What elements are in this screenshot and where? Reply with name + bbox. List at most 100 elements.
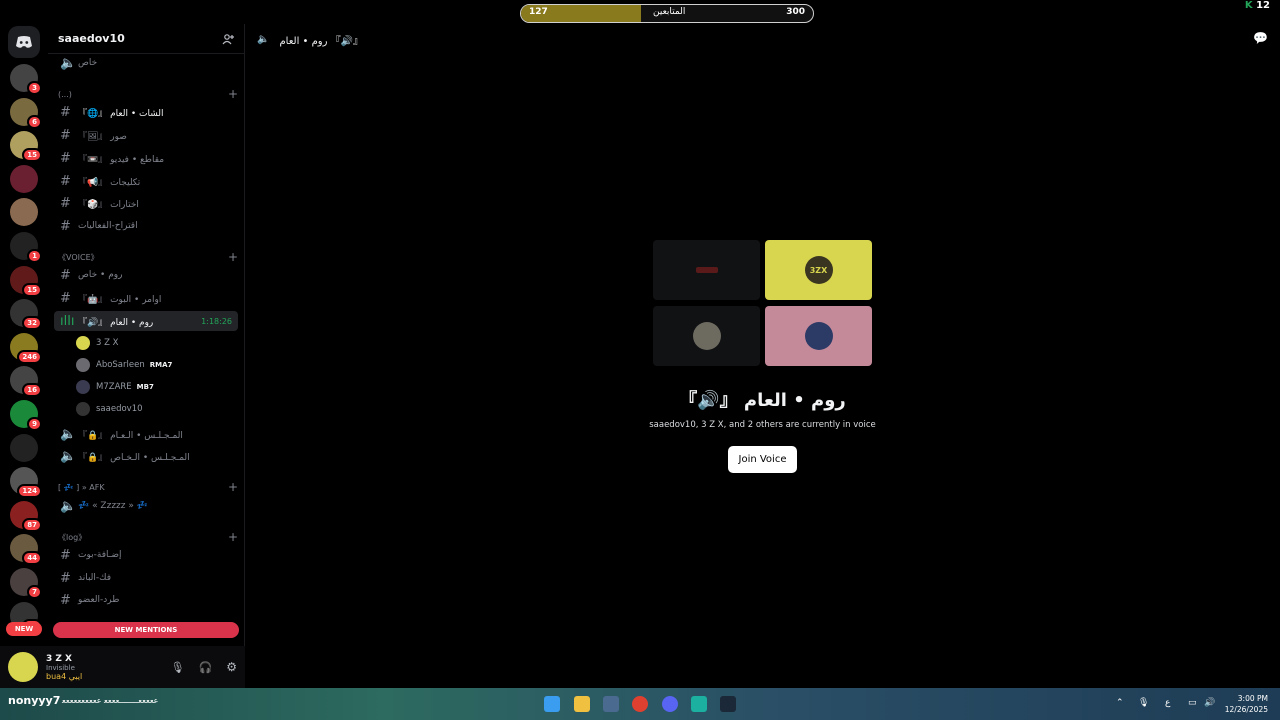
hash-icon: # xyxy=(60,127,71,143)
user-avatar[interactable] xyxy=(8,652,38,682)
voice-user[interactable]: saaedov10 xyxy=(76,399,238,419)
channel-log-kick[interactable]: # طرد-العضو xyxy=(54,590,238,610)
voice-tile-saaedov10[interactable] xyxy=(653,240,760,300)
user-status: Invisible xyxy=(46,663,75,672)
input-language[interactable]: ع xyxy=(1165,698,1170,708)
voice-channel-council-private[interactable]: 🔈 『🔒』 المـجـلـس • الـخـاص xyxy=(54,446,238,466)
speaker-icon: 🔈 xyxy=(60,448,77,464)
server-icon[interactable]: 87 xyxy=(10,500,42,532)
user-extra: bua4 ايبي xyxy=(46,671,83,681)
channel-choices[interactable]: # 『🎲』 اختارات xyxy=(54,193,238,213)
category-1[interactable]: (...) + xyxy=(58,86,238,102)
channel-videos[interactable]: # 『📼』 مقاطع • فيديو xyxy=(54,148,238,168)
chrome-icon[interactable] xyxy=(632,696,648,712)
voice-channel-general-active[interactable]: ıllı 『🔊』 روم • العام 1:18:26 xyxy=(54,311,238,331)
channel-label: 『🔒』 المـجـلـس • الـعـام xyxy=(78,430,183,441)
chat-bubble-icon[interactable]: 💬 xyxy=(1253,31,1268,45)
voice-channel-private[interactable]: # روم • خاص xyxy=(54,265,238,285)
server-badge: 15 xyxy=(22,282,42,297)
server-icon[interactable]: 246 xyxy=(10,332,42,364)
add-channel-icon[interactable]: + xyxy=(228,530,238,544)
server-icon[interactable]: 124 xyxy=(10,467,42,499)
add-channel-icon[interactable]: + xyxy=(228,480,238,494)
category-log[interactable]: 《log》 + xyxy=(58,529,238,545)
new-unread-tag[interactable]: NEW xyxy=(6,622,42,636)
headphones-icon[interactable]: 🎧 xyxy=(199,661,213,674)
server-icon[interactable]: 44 xyxy=(10,534,42,566)
taskbar-text: ﻋﻌﻌﻌﻌــــــــﻌﻌﻌﻌ ﻋﻌﻌﻌﻌﻌﻌﻌﻌﻌ xyxy=(62,696,159,705)
category-afk[interactable]: [ 💤 ] » AFK + xyxy=(58,479,238,495)
server-badge: 246 xyxy=(17,349,42,364)
channel-label: خاص xyxy=(78,58,98,68)
channel-images[interactable]: # 『🖼』 صور xyxy=(54,125,238,145)
add-channel-icon[interactable]: + xyxy=(228,250,238,264)
network-icon[interactable]: ▭ xyxy=(1188,698,1197,708)
channel-bot-commands[interactable]: # 『🤖』 اوامر • البوت xyxy=(54,288,238,308)
category-label: [ 💤 ] » AFK xyxy=(58,482,105,492)
voice-user[interactable]: M7ZARE MB7 xyxy=(76,377,238,397)
channel-label: 『🔊』 روم • العام xyxy=(78,317,154,328)
voice-channel-khas[interactable]: 🔈 خاص xyxy=(54,53,238,73)
voice-user-tag: MB7 xyxy=(136,383,154,391)
store-icon[interactable] xyxy=(603,696,619,712)
discord-taskbar-icon[interactable] xyxy=(662,696,678,712)
server-badge: 87 xyxy=(22,517,42,532)
channel-label: 『📼』 مقاطع • فيديو xyxy=(78,154,165,165)
new-mentions-button[interactable]: NEW MENTIONS xyxy=(53,622,239,638)
server-icon[interactable]: 3 xyxy=(10,64,42,95)
voice-channel-afk[interactable]: 🔈 💤 « Zzzzz » 💤 xyxy=(54,496,238,516)
microphone-icon[interactable]: 🎙 xyxy=(171,661,185,674)
channel-log-unban[interactable]: # فك-الباند xyxy=(54,568,238,588)
discord-home-button[interactable] xyxy=(8,26,40,58)
add-channel-icon[interactable]: + xyxy=(228,87,238,101)
voice-user-avatar xyxy=(76,358,90,372)
server-badge: 15 xyxy=(22,148,42,163)
channel-announcements[interactable]: # 『📢』 تكليجات xyxy=(54,171,238,191)
server-icon[interactable]: 9 xyxy=(10,399,42,431)
voice-tile-3zx[interactable]: 3ZX xyxy=(765,240,872,300)
hash-icon: # xyxy=(60,104,71,120)
progress-label: المتابعين xyxy=(653,7,686,17)
windows-start-icon[interactable] xyxy=(544,696,560,712)
hash-icon: # xyxy=(60,570,71,586)
voice-tile-abosarleen[interactable] xyxy=(653,306,760,366)
channel-suggestions[interactable]: # اقتراح-الفعاليات xyxy=(54,216,238,236)
voice-user[interactable]: 3 Z X xyxy=(76,333,238,353)
add-friend-icon[interactable] xyxy=(222,33,234,45)
channel-general-chat[interactable]: # 『🌐』 الشات • العام xyxy=(54,102,238,122)
taskbar-clock[interactable]: 3:00 PM 12/26/2025 xyxy=(1225,693,1268,715)
server-icon[interactable]: 6 xyxy=(10,97,42,129)
voice-user[interactable]: AboSarleen RMA7 xyxy=(76,355,238,375)
server-rail: 3615115322461691248744721 NEW xyxy=(0,24,48,688)
server-icon[interactable] xyxy=(10,433,38,462)
join-voice-button[interactable]: Join Voice xyxy=(728,446,797,473)
channel-label: 『🖼』 صور xyxy=(78,131,127,142)
server-icon[interactable]: 32 xyxy=(10,299,42,331)
channel-label: روم • خاص xyxy=(78,270,123,280)
speaker-icon: 🔈 xyxy=(60,498,77,514)
server-icon[interactable]: 7 xyxy=(10,567,42,599)
server-icon[interactable]: 15 xyxy=(10,265,42,297)
tray-mic-icon[interactable]: 🎙 xyxy=(1138,698,1149,708)
app-icon[interactable] xyxy=(691,696,707,712)
steam-icon[interactable] xyxy=(720,696,736,712)
server-icon[interactable]: 16 xyxy=(10,366,42,398)
settings-gear-icon[interactable]: ⚙ xyxy=(226,660,237,674)
server-icon[interactable]: 1 xyxy=(10,231,42,263)
windows-taskbar: nonyyy7 ﻋﻌﻌﻌﻌــــــــﻌﻌﻌﻌ ﻋﻌﻌﻌﻌﻌﻌﻌﻌﻌ ⌃ 🎙… xyxy=(0,688,1280,720)
tray-chevron-up-icon[interactable]: ⌃ xyxy=(1116,698,1124,708)
voice-user-name: AboSarleen xyxy=(96,360,145,370)
server-list: 3615115322461691248744721 xyxy=(0,64,48,633)
volume-icon[interactable]: 🔊 xyxy=(1204,698,1215,708)
channel-log-add-bot[interactable]: # إضـافة-بوت xyxy=(54,545,238,565)
server-icon[interactable] xyxy=(10,164,38,193)
voice-channel-council-public[interactable]: 🔈 『🔒』 المـجـلـس • الـعـام xyxy=(54,424,238,444)
server-badge: 1 xyxy=(27,248,42,263)
category-voice[interactable]: 《VOICE》 + xyxy=(58,249,238,265)
server-icon[interactable] xyxy=(10,198,38,227)
server-icon[interactable]: 15 xyxy=(10,131,42,163)
server-header[interactable]: saaedov10 xyxy=(48,24,244,54)
file-explorer-icon[interactable] xyxy=(574,696,590,712)
voice-tile-m7zare[interactable] xyxy=(765,306,872,366)
clock-time: 3:00 PM xyxy=(1237,694,1268,703)
